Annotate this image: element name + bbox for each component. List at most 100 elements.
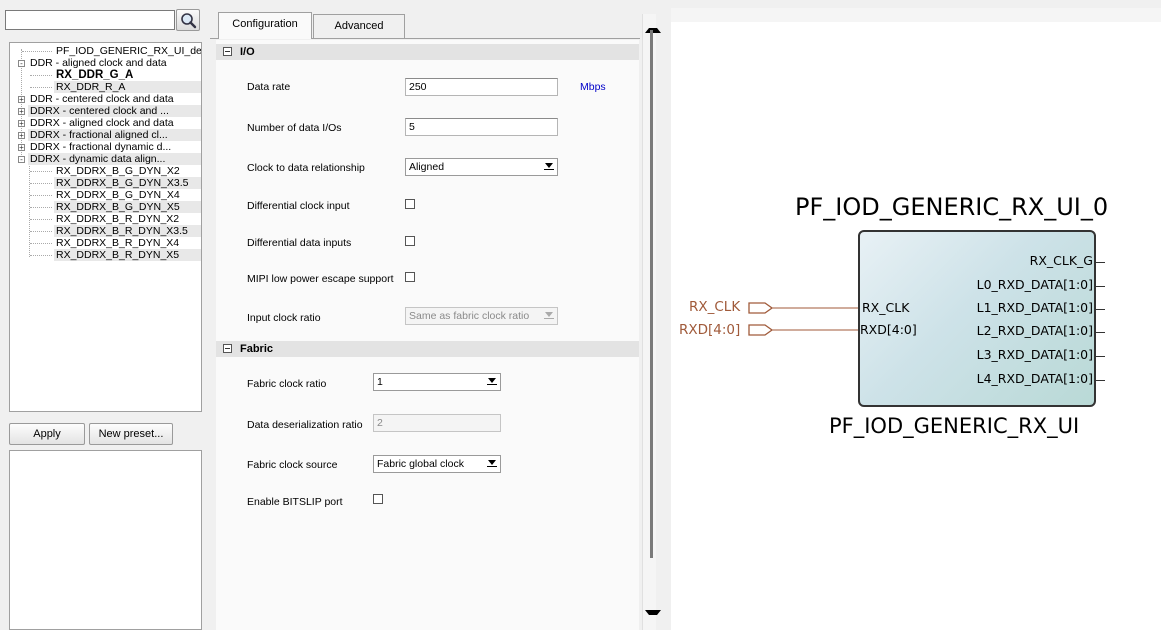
tree-guide-tick [30,207,52,208]
tree-guide-tick [30,183,52,184]
tree-label: RX_DDRX_B_R_DYN_X5 [56,249,180,261]
pin-l0-rxd-data: L0_RXD_DATA[1:0] [976,277,1093,292]
tree-guide-tick [30,171,52,172]
num-data-ios-input[interactable]: 5 [405,118,558,136]
section-fabric-header[interactable]: Fabric [216,341,639,357]
collapse-icon[interactable] [223,47,232,56]
dropdown-arrow-icon [545,163,553,168]
expand-icon[interactable]: + [18,96,25,104]
mipi-checkbox[interactable] [405,272,415,282]
preset-tree[interactable]: PF_IOD_GENERIC_RX_UI_def... - DDR - aligne… [9,42,202,412]
fabric-clock-ratio-value: 1 [377,376,383,388]
collapse-icon[interactable] [223,344,232,353]
preset-description-pane [9,450,202,630]
pin-rx-clk-g: RX_CLK_G [1029,253,1093,268]
tree-label: RX_DDRX_B_G_DYN_X2 [56,165,180,177]
input-clock-ratio-label: Input clock ratio [247,312,321,324]
tree-label: RX_DDRX_B_R_DYN_X4 [56,237,180,249]
tree-group[interactable]: + DDRX - centered clock and ... [18,105,201,117]
dropdown-arrow-icon [488,460,496,465]
data-rate-label: Data rate [247,81,291,93]
input-port-icon [748,324,858,336]
instance-name: PF_IOD_GENERIC_RX_UI_0 [795,193,1109,221]
diff-clock-label: Differential clock input [247,200,350,212]
config-scrollbar[interactable] [642,14,656,630]
apply-button[interactable]: Apply [9,423,85,445]
search-button[interactable] [176,9,200,31]
scroll-down-arrow-icon[interactable] [645,610,661,627]
pin-l4-rxd-data: L4_RXD_DATA[1:0] [976,371,1093,386]
diff-data-label: Differential data inputs [247,237,352,249]
output-stub [1096,380,1105,381]
expand-icon[interactable]: + [18,132,25,140]
output-stub [1096,286,1105,287]
tree-group[interactable]: - DDRX - dynamic data align... [18,153,201,165]
tree-guide-tick [30,255,52,256]
collapse-icon[interactable]: - [18,60,25,68]
deser-ratio-input[interactable]: 2 [373,414,501,432]
output-stub [1096,309,1105,310]
component-name: PF_IOD_GENERIC_RX_UI [829,414,1080,438]
tree-label: RX_DDRX_B_R_DYN_X3.5 [56,225,188,237]
clock-to-data-label: Clock to data relationship [247,162,365,174]
tree-guide-tick [30,87,52,88]
expand-icon[interactable]: + [18,144,25,152]
pin-l1-rxd-data: L1_RXD_DATA[1:0] [976,300,1093,315]
pin-l3-rxd-data: L3_RXD_DATA[1:0] [976,347,1093,362]
input-clock-ratio-select[interactable]: Same as fabric clock ratio [405,307,558,325]
tree-item[interactable]: RX_DDRX_B_R_DYN_X3.5 [30,225,201,237]
section-io-header[interactable]: I/O [216,44,639,60]
tree-item[interactable]: RX_DDRX_B_G_DYN_X5 [30,201,201,213]
tree-label: RX_DDR_G_A [56,69,134,81]
tree-item[interactable]: RX_DDRX_B_R_DYN_X5 [30,249,201,261]
section-fabric-title: Fabric [240,343,274,355]
fabric-clock-source-value: Fabric global clock [377,458,464,470]
expand-icon[interactable]: + [18,108,25,116]
fabric-clock-source-select[interactable]: Fabric global clock [373,455,501,473]
tree-guide-tick [30,231,52,232]
data-rate-units: Mbps [580,81,606,93]
collapse-icon[interactable]: - [18,156,25,164]
dropdown-arrow-underline [487,384,497,385]
preset-search-input[interactable] [5,10,175,30]
tab-advanced[interactable]: Advanced [313,14,405,38]
dropdown-arrow-underline [544,169,554,170]
tree-label: RX_DDRX_B_G_DYN_X3.5 [56,177,189,189]
magnifier-icon [181,13,197,29]
section-io-title: I/O [240,46,255,58]
scrollbar-thumb[interactable] [650,30,653,558]
clock-to-data-select[interactable]: Aligned [405,158,558,176]
tree-label: PF_IOD_GENERIC_RX_UI_def... [56,45,202,57]
tree-label: DDRX - fractional dynamic d... [30,141,172,153]
dropdown-arrow-icon [488,378,496,383]
tab-configuration[interactable]: Configuration [218,12,312,39]
bitslip-checkbox[interactable] [373,494,383,504]
tab-divider-gap [219,38,311,39]
input-net-rx-clk: RX_CLK [689,299,741,315]
fabric-clock-ratio-label: Fabric clock ratio [247,378,327,390]
fabric-clock-ratio-select[interactable]: 1 [373,373,501,391]
pin-rxd: RXD[4:0] [860,322,917,337]
tree-label: RX_DDRX_B_G_DYN_X5 [56,201,180,213]
tree-label: RX_DDR_R_A [56,81,126,93]
tree-item[interactable]: RX_DDRX_B_G_DYN_X3.5 [30,177,201,189]
pin-l2-rxd-data: L2_RXD_DATA[1:0] [976,323,1093,338]
clock-to-data-value: Aligned [409,161,445,173]
output-stub [1096,332,1105,333]
tree-label: RX_DDRX_B_G_DYN_X4 [56,189,180,201]
tree-guide-tick [22,51,52,52]
input-connectors [748,302,858,336]
tree-label: RX_DDRX_B_R_DYN_X2 [56,213,180,225]
scroll-up-arrow-icon[interactable] [645,16,661,33]
data-rate-input[interactable]: 250 [405,78,558,96]
tree-item[interactable]: RX_DDR_R_A [30,81,201,93]
new-preset-button[interactable]: New preset... [89,423,173,445]
tree-label: DDRX - centered clock and ... [30,105,169,117]
input-port-icon [748,302,858,314]
tree-group[interactable]: + DDRX - fractional aligned cl... [18,129,201,141]
tree-label: DDRX - aligned clock and data [30,117,174,129]
diff-clock-checkbox[interactable] [405,199,415,209]
diff-data-checkbox[interactable] [405,236,415,246]
output-stub [1096,262,1105,263]
expand-icon[interactable]: + [18,120,25,128]
